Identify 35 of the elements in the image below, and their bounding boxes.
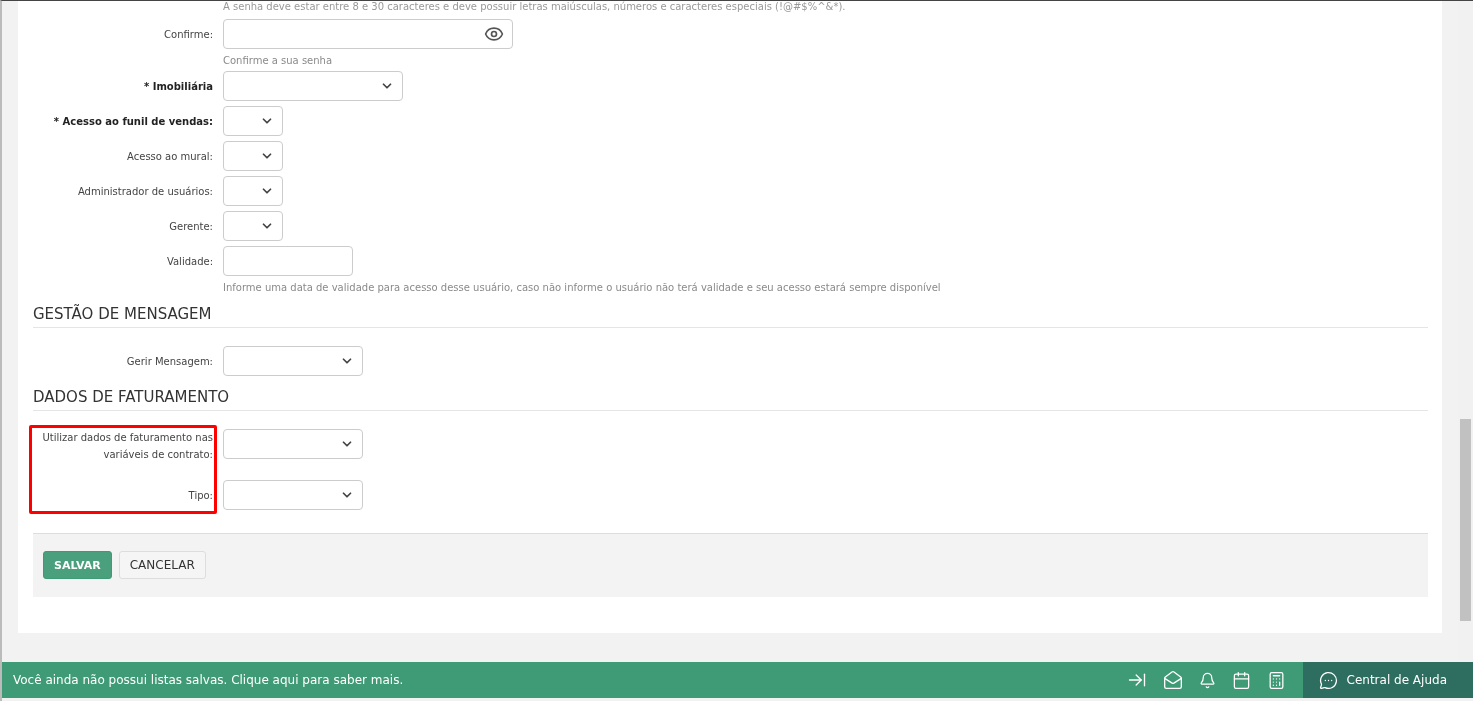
- select-field[interactable]: [223, 346, 363, 376]
- field-label: Tipo:: [187, 488, 213, 503]
- section-title: DADOS DE FATURAMENTO: [33, 380, 1428, 411]
- select-field[interactable]: [223, 429, 363, 459]
- scrollbar-thumb[interactable]: [1460, 419, 1471, 621]
- field-label: * Acesso ao funil de vendas:: [52, 114, 213, 129]
- helper-text: Confirme a sua senha: [222, 55, 334, 66]
- field-label: Validade:: [165, 254, 213, 269]
- eye-icon[interactable]: [484, 24, 504, 44]
- field-label: Acesso ao mural:: [126, 149, 213, 164]
- select-field[interactable]: [223, 211, 283, 241]
- field-label: Gerente:: [168, 219, 213, 234]
- select-field[interactable]: [223, 480, 363, 510]
- field-label: Utilizar dados de faturamento nas variáveis de contrato:: [41, 431, 213, 462]
- chat-icon: [1318, 670, 1338, 690]
- field-label: Confirme:: [163, 27, 213, 42]
- bell-icon[interactable]: [1198, 671, 1216, 689]
- select-field[interactable]: [223, 176, 283, 206]
- password-field[interactable]: [223, 19, 513, 49]
- helper-text: Informe uma data de validade para acesso desse usuário, caso não informe o usuário não terá validade e seu acesso estará sempre disponível: [222, 282, 942, 293]
- section-title: GESTÃO DE MENSAGEM: [33, 297, 1428, 328]
- field-label: * Imobiliária: [142, 79, 213, 94]
- password-hint: A senha deve estar entre 8 e 30 caracteres e deve possuir letras maiúsculas, números e caracteres especiais (!@#$%^&*).: [222, 1, 847, 14]
- field-label: Gerir Mensagem:: [125, 354, 213, 369]
- text-field[interactable]: [223, 246, 353, 276]
- status-message[interactable]: Você ainda não possui listas salvas. Clique aqui para saber mais.: [2, 673, 1127, 687]
- select-field[interactable]: [223, 106, 283, 136]
- envelope-icon[interactable]: [1162, 670, 1183, 690]
- cancel-button[interactable]: CANCELAR: [118, 551, 206, 579]
- calendar-icon[interactable]: [1231, 670, 1251, 690]
- save-button[interactable]: SALVAR: [43, 551, 112, 579]
- field-label: Administrador de usuários:: [76, 184, 213, 199]
- select-field[interactable]: [223, 141, 283, 171]
- help-button[interactable]: Central de Ajuda: [1302, 662, 1473, 698]
- select-field[interactable]: [223, 71, 403, 101]
